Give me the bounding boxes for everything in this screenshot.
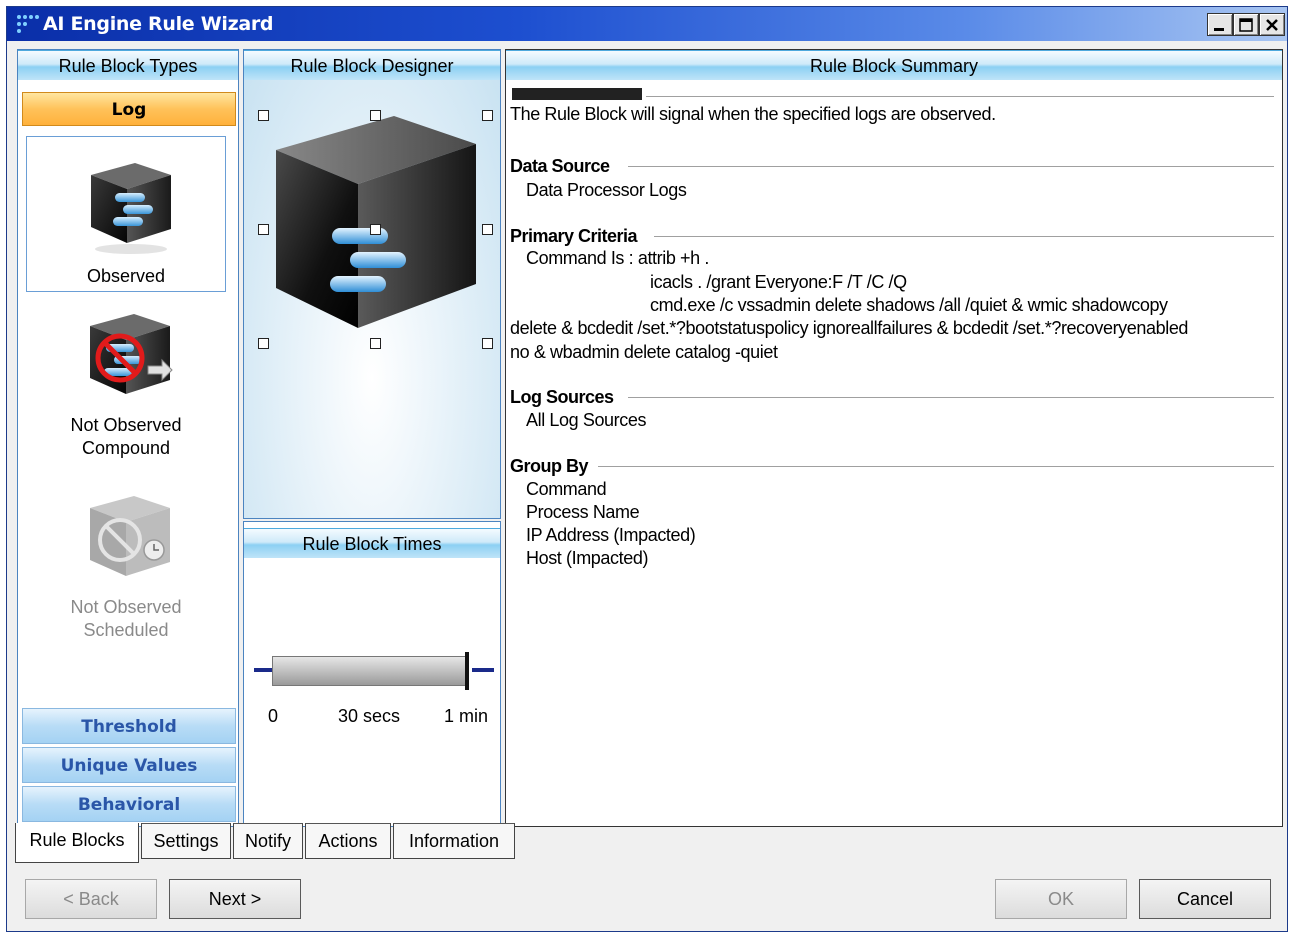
resize-handle[interactable] bbox=[482, 338, 493, 349]
section-divider bbox=[628, 397, 1274, 398]
section-title-log-sources: Log Sources bbox=[510, 387, 614, 407]
block-type-not-observed-scheduled: Not Observed Scheduled bbox=[26, 476, 226, 656]
observed-cube-icon bbox=[91, 163, 171, 254]
resize-handle[interactable] bbox=[370, 338, 381, 349]
log-sources-value: All Log Sources bbox=[526, 410, 647, 430]
resize-handle[interactable] bbox=[370, 224, 381, 235]
maximize-icon bbox=[1239, 18, 1253, 32]
redacted-name bbox=[512, 88, 642, 100]
time-range-bar[interactable] bbox=[272, 656, 468, 686]
tab-actions[interactable]: Actions bbox=[305, 823, 391, 859]
time-axis-left bbox=[254, 668, 272, 672]
rule-wizard-window: AI Engine Rule Wizard Rule Block Types L… bbox=[6, 6, 1288, 932]
rule-block-designer-panel[interactable]: Rule Block Designer bbox=[243, 49, 501, 519]
data-source-value: Data Processor Logs bbox=[526, 180, 687, 200]
section-divider bbox=[646, 96, 1274, 97]
rule-block-summary-header: Rule Block Summary bbox=[506, 50, 1282, 80]
time-tick-label: 1 min bbox=[444, 706, 489, 726]
rule-block-cube-icon[interactable] bbox=[254, 102, 494, 342]
criteria-line: no & wbadmin delete catalog -quiet bbox=[510, 342, 778, 362]
block-type-label: Observed bbox=[86, 266, 166, 286]
maximize-button[interactable] bbox=[1233, 13, 1259, 36]
block-type-label: Not Observed Compound bbox=[70, 415, 182, 458]
resize-handle[interactable] bbox=[482, 110, 493, 121]
group-by-item: Process Name bbox=[526, 502, 640, 522]
tab-settings[interactable]: Settings bbox=[141, 823, 231, 859]
section-divider bbox=[654, 236, 1274, 237]
time-axis-right bbox=[472, 668, 494, 672]
tab-rule-blocks[interactable]: Rule Blocks bbox=[15, 823, 139, 863]
rule-block-designer-header: Rule Block Designer bbox=[244, 50, 500, 80]
close-icon bbox=[1266, 19, 1278, 31]
summary-intro: The Rule Block will signal when the spec… bbox=[510, 104, 996, 124]
group-by-item: IP Address (Impacted) bbox=[526, 525, 696, 545]
resize-handle[interactable] bbox=[258, 110, 269, 121]
title-bar[interactable]: AI Engine Rule Wizard bbox=[7, 7, 1287, 41]
rule-block-types-panel: Rule Block Types Log Observed Not Observ… bbox=[17, 49, 239, 827]
group-by-item: Host (Impacted) bbox=[526, 548, 649, 568]
block-type-not-observed-compound[interactable]: Not Observed Compound bbox=[26, 294, 226, 474]
section-divider bbox=[598, 466, 1274, 467]
tab-information[interactable]: Information bbox=[393, 823, 515, 859]
resize-handle[interactable] bbox=[370, 110, 381, 121]
ok-button[interactable]: OK bbox=[995, 879, 1127, 919]
criteria-line: icacls . /grant Everyone:F /T /C /Q bbox=[650, 272, 907, 292]
not-observed-scheduled-cube-icon bbox=[90, 496, 170, 576]
criteria-line: cmd.exe /c vssadmin delete shadows /all … bbox=[650, 295, 1168, 315]
tab-notify[interactable]: Notify bbox=[233, 823, 303, 859]
category-unique-values-button[interactable]: Unique Values bbox=[22, 747, 236, 783]
rule-block-types-header: Rule Block Types bbox=[18, 50, 238, 80]
minimize-button[interactable] bbox=[1207, 13, 1233, 36]
resize-handle[interactable] bbox=[482, 224, 493, 235]
block-type-observed[interactable]: Observed bbox=[26, 136, 226, 292]
not-observed-compound-cube-icon bbox=[90, 314, 173, 394]
time-range-handle[interactable] bbox=[465, 652, 469, 690]
window-title: AI Engine Rule Wizard bbox=[43, 13, 274, 35]
cancel-button[interactable]: Cancel bbox=[1139, 879, 1271, 919]
next-button[interactable]: Next > bbox=[169, 879, 301, 919]
category-log-header[interactable]: Log bbox=[22, 92, 236, 126]
category-behavioral-button[interactable]: Behavioral bbox=[22, 786, 236, 822]
category-threshold-button[interactable]: Threshold bbox=[22, 708, 236, 744]
section-divider bbox=[628, 166, 1274, 167]
section-title-data-source: Data Source bbox=[510, 156, 610, 176]
resize-handle[interactable] bbox=[258, 224, 269, 235]
minimize-icon bbox=[1214, 28, 1224, 31]
app-icon bbox=[17, 15, 39, 33]
time-tick-label: 0 bbox=[268, 706, 279, 726]
group-by-item: Command bbox=[526, 479, 607, 499]
resize-handle[interactable] bbox=[258, 338, 269, 349]
rule-block-summary-panel: Rule Block Summary The Rule Block will s… bbox=[505, 49, 1283, 827]
block-type-label: Not Observed Scheduled bbox=[70, 597, 182, 640]
time-tick-label: 30 secs bbox=[338, 706, 401, 726]
rule-block-times-panel: Rule Block Times 0 30 secs 1 min bbox=[243, 521, 501, 827]
section-title-group-by: Group By bbox=[510, 456, 589, 476]
criteria-line: Command Is : attrib +h . bbox=[526, 248, 709, 268]
criteria-line: delete & bcdedit /set.*?bootstatuspolicy… bbox=[510, 318, 1189, 338]
section-title-primary-criteria: Primary Criteria bbox=[510, 226, 638, 246]
back-button[interactable]: < Back bbox=[25, 879, 157, 919]
close-button[interactable] bbox=[1259, 13, 1285, 36]
rule-block-times-header: Rule Block Times bbox=[244, 528, 500, 558]
